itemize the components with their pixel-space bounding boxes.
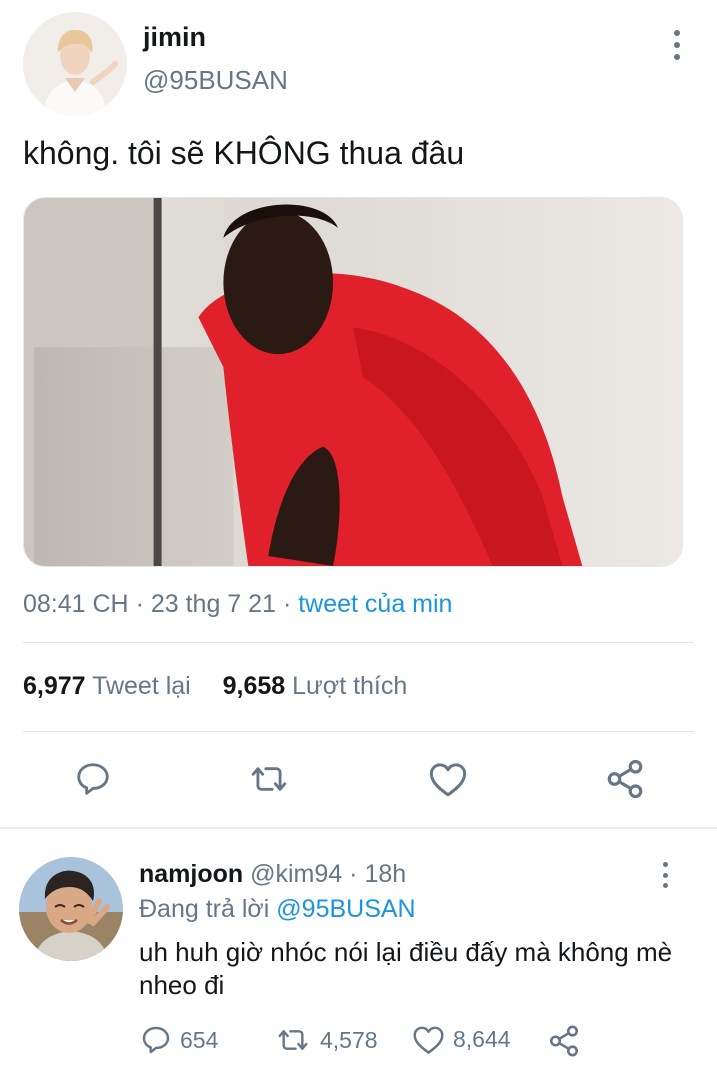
more-options-icon[interactable] <box>665 30 689 60</box>
like-count[interactable]: 9,658 <box>223 672 286 700</box>
reply-author-avatar[interactable] <box>19 857 123 961</box>
heart-icon[interactable] <box>428 760 468 798</box>
share-icon[interactable] <box>604 758 646 800</box>
reply-more-options-icon[interactable] <box>653 862 677 888</box>
reply-retweet-button[interactable]: 4,578 <box>274 1024 378 1056</box>
reply-retweet-count: 4,578 <box>320 1026 378 1053</box>
tweet-time: 08:41 CH <box>23 590 129 618</box>
reply-share-button[interactable] <box>547 1024 581 1058</box>
retweet-icon[interactable] <box>246 760 292 798</box>
tweet-source-link[interactable]: tweet của min <box>298 590 452 618</box>
tweet-meta: 08:41 CH · 23 thg 7 21 · tweet của min <box>23 590 453 618</box>
replying-prefix: Đang trả lời <box>139 895 270 923</box>
heart-icon <box>413 1026 444 1054</box>
author-name[interactable]: jimin <box>143 22 206 53</box>
divider <box>23 642 694 643</box>
reply-author-name[interactable]: namjoon <box>139 860 243 888</box>
tweet-stats: 6,977 Tweet lại 9,658 Lượt thích <box>23 672 407 701</box>
reply-header: namjoon @kim94 · 18h <box>139 860 407 888</box>
retweet-count[interactable]: 6,977 <box>23 672 86 700</box>
reply-reply-count: 654 <box>180 1026 219 1053</box>
retweet-icon <box>278 1030 308 1050</box>
section-divider <box>0 827 717 829</box>
author-handle[interactable]: @95BUSAN <box>143 65 288 96</box>
reply-text: uh huh giờ nhóc nói lại điều đấy mà khôn… <box>139 937 673 1000</box>
tweet-image[interactable] <box>23 197 683 567</box>
replying-mention-link[interactable]: @95BUSAN <box>276 895 415 923</box>
reply-reply-button[interactable]: 654 <box>140 1024 218 1056</box>
replying-to: Đang trả lời @95BUSAN <box>139 895 416 924</box>
tweet-text: không. tôi sẽ KHÔNG thua đâu <box>23 135 465 171</box>
reply-icon <box>142 1026 170 1054</box>
reply-like-count: 8,644 <box>453 1026 511 1052</box>
retweet-label[interactable]: Tweet lại <box>92 672 191 700</box>
like-label[interactable]: Lượt thích <box>292 672 407 700</box>
reply-like-button[interactable]: 8,644 <box>412 1024 511 1055</box>
tweet-date: 23 thg 7 21 <box>150 590 276 618</box>
author-avatar[interactable] <box>23 12 127 116</box>
divider <box>23 731 694 732</box>
reply-author-handle[interactable]: @kim94 <box>250 860 342 888</box>
share-icon <box>549 1025 579 1057</box>
reply-time[interactable]: 18h <box>364 860 406 888</box>
reply-icon[interactable] <box>74 760 112 798</box>
